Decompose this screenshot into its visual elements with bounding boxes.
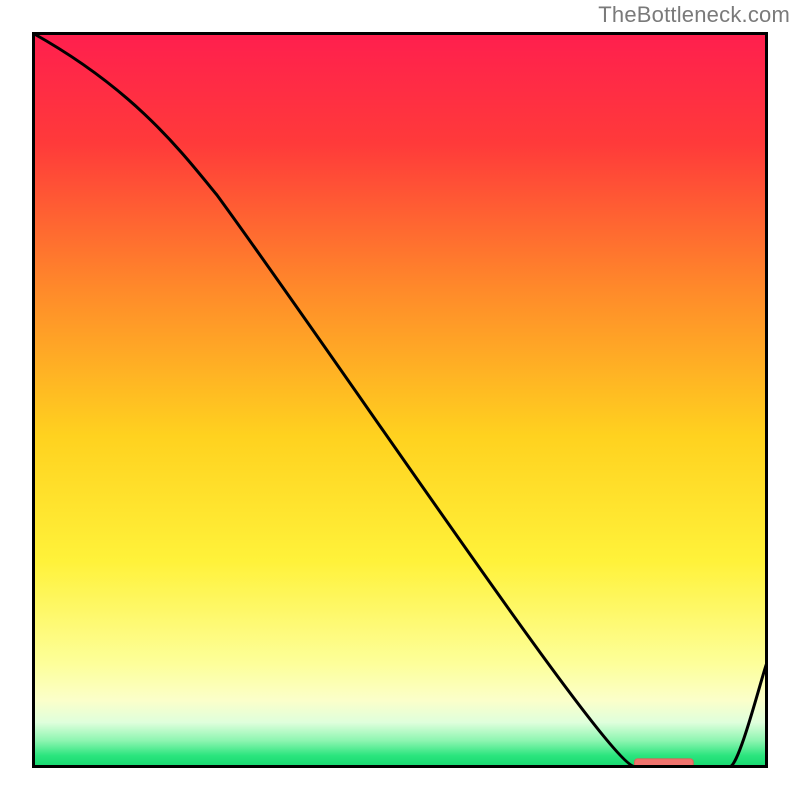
- chart-svg: [32, 32, 768, 768]
- chart-background-gradient: [34, 34, 767, 767]
- watermark-text: TheBottleneck.com: [598, 2, 790, 28]
- chart-container: [32, 32, 768, 768]
